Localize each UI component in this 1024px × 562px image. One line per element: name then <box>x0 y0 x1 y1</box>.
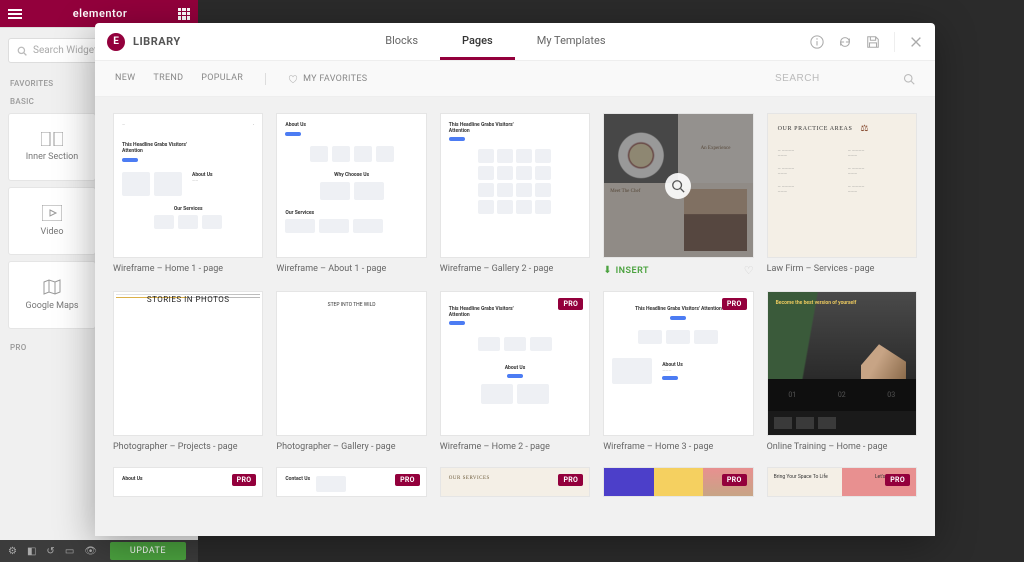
pro-badge: PRO <box>885 474 910 486</box>
template-thumb: PRO OUR SERVICES <box>440 467 590 497</box>
template-thumb: STORIES IN PHOTOS <box>113 291 263 436</box>
settings-icon[interactable]: ⚙ <box>8 546 17 557</box>
template-card[interactable]: STORIES IN PHOTOS Photographer – Project… <box>113 291 263 454</box>
template-card[interactable]: PRO This Headline Grabs Visitors' Attent… <box>440 291 590 454</box>
template-thumb: PRO Become the best version of yourself … <box>767 291 917 436</box>
widgets-grid-icon[interactable] <box>178 8 190 20</box>
template-label: Wireframe – Home 1 - page <box>113 264 263 276</box>
elementor-logo-icon: E <box>107 33 125 51</box>
template-card[interactable]: OUR PRACTICE AREAS⚖ — ———————— ——————— —… <box>767 113 917 278</box>
template-card[interactable]: About Us Why Choose Us Our Services Wire… <box>276 113 426 278</box>
template-thumb: —• This Headline Grabs Visitors' Attenti… <box>113 113 263 258</box>
pro-badge: PRO <box>722 298 747 310</box>
map-icon <box>42 279 62 295</box>
gavel-icon: ⚖ <box>860 124 868 134</box>
template-label: Wireframe – About 1 - page <box>276 264 426 276</box>
template-card[interactable]: This Headline Grabs Visitors' Attention … <box>440 113 590 278</box>
template-label: Wireframe – Home 2 - page <box>440 442 590 454</box>
template-search[interactable] <box>775 73 915 85</box>
library-modal: E LIBRARY Blocks Pages My Templates NEW … <box>95 23 935 536</box>
pro-badge: PRO <box>558 298 583 310</box>
template-label: Photographer – Gallery - page <box>276 442 426 454</box>
modal-tabs: Blocks Pages My Templates <box>363 23 627 60</box>
template-card[interactable]: —• This Headline Grabs Visitors' Attenti… <box>113 113 263 278</box>
search-icon <box>903 73 915 85</box>
tab-pages[interactable]: Pages <box>440 23 515 60</box>
template-card[interactable]: PRO <box>603 467 753 497</box>
template-label: Wireframe – Gallery 2 - page <box>440 264 590 276</box>
filter-divider <box>265 73 266 85</box>
editor-footer: ⚙ ◧ ↺ ▭ 👁 UPDATE <box>0 540 198 562</box>
template-card[interactable]: PRO OUR SERVICES <box>440 467 590 497</box>
modal-title: LIBRARY <box>133 35 181 48</box>
template-thumb: An Experience Meet The Chef <box>603 113 753 258</box>
filter-trend[interactable]: TREND <box>153 73 183 85</box>
hamburger-icon[interactable] <box>8 9 22 19</box>
video-icon <box>42 205 62 221</box>
template-label: ⬇ INSERT ♡ <box>603 264 753 278</box>
download-icon: ⬇ <box>603 265 611 276</box>
template-thumb: About Us Why Choose Us Our Services <box>276 113 426 258</box>
template-card[interactable]: PRO Become the best version of yourself … <box>767 291 917 454</box>
template-card[interactable]: PRO Bring Your Space To LifeLet's Talk A… <box>767 467 917 497</box>
template-card[interactable]: An Experience Meet The Chef ⬇ INSERT ♡ <box>603 113 753 278</box>
tab-my-templates[interactable]: My Templates <box>515 23 628 60</box>
close-icon[interactable] <box>909 35 923 49</box>
filter-new[interactable]: NEW <box>115 73 135 85</box>
widget-inner-section[interactable]: Inner Section <box>8 113 96 181</box>
heart-icon <box>288 74 298 84</box>
insert-button[interactable]: INSERT <box>616 266 650 276</box>
header-divider <box>894 32 895 52</box>
templates-grid: —• This Headline Grabs Visitors' Attenti… <box>113 113 917 497</box>
template-label: Online Training – Home - page <box>767 442 917 454</box>
template-thumb: PRO This Headline Grabs Visitors' Attent… <box>440 291 590 436</box>
template-card[interactable]: STEP INTO THE WILD Photographer – Galler… <box>276 291 426 454</box>
preview-icon[interactable]: 👁 <box>84 546 97 557</box>
template-thumb: PRO About Us <box>113 467 263 497</box>
template-thumb: OUR PRACTICE AREAS⚖ — ———————— ——————— —… <box>767 113 917 258</box>
pro-badge: PRO <box>395 474 420 486</box>
filter-bar: NEW TREND POPULAR MY FAVORITES <box>115 73 367 85</box>
template-thumb: PRO <box>603 467 753 497</box>
template-card[interactable]: PRO This Headline Grabs Visitors' Attent… <box>603 291 753 454</box>
preview-overlay <box>604 114 752 257</box>
template-thumb: STEP INTO THE WILD <box>276 291 426 436</box>
template-thumb: PRO This Headline Grabs Visitors' Attent… <box>603 291 753 436</box>
pro-badge: PRO <box>722 474 747 486</box>
modal-subheader: NEW TREND POPULAR MY FAVORITES <box>95 61 935 97</box>
responsive-icon[interactable]: ▭ <box>65 546 74 557</box>
info-icon[interactable] <box>810 35 824 49</box>
pro-badge: PRO <box>558 474 583 486</box>
template-label: Photographer – Projects - page <box>113 442 263 454</box>
template-card[interactable]: PRO Contact Us <box>276 467 426 497</box>
widget-google-maps[interactable]: Google Maps <box>8 261 96 329</box>
tab-blocks[interactable]: Blocks <box>363 23 440 60</box>
template-label: Law Firm – Services - page <box>767 264 917 276</box>
favorite-icon[interactable]: ♡ <box>744 264 754 278</box>
template-thumb: PRO Contact Us <box>276 467 426 497</box>
template-thumb: This Headline Grabs Visitors' Attention <box>440 113 590 258</box>
history-icon[interactable]: ↺ <box>46 546 54 557</box>
search-icon <box>17 46 27 56</box>
save-icon[interactable] <box>866 35 880 49</box>
pro-badge: PRO <box>232 474 257 486</box>
sync-icon[interactable] <box>838 35 852 49</box>
modal-header: E LIBRARY Blocks Pages My Templates <box>95 23 935 61</box>
magnify-icon[interactable] <box>665 173 691 199</box>
template-search-input[interactable] <box>775 73 895 84</box>
template-card[interactable]: PRO About Us <box>113 467 263 497</box>
inner-section-icon <box>41 132 63 146</box>
template-thumb: PRO Bring Your Space To LifeLet's Talk A… <box>767 467 917 497</box>
filter-popular[interactable]: POPULAR <box>201 73 243 85</box>
brand-label: elementor <box>73 7 128 20</box>
navigator-icon[interactable]: ◧ <box>27 546 36 557</box>
widget-video[interactable]: Video <box>8 187 96 255</box>
header-actions <box>810 32 923 52</box>
template-label: Wireframe – Home 3 - page <box>603 442 753 454</box>
filter-my-favorites[interactable]: MY FAVORITES <box>288 73 367 85</box>
update-button[interactable]: UPDATE <box>110 542 186 560</box>
templates-scroll[interactable]: —• This Headline Grabs Visitors' Attenti… <box>95 97 935 536</box>
